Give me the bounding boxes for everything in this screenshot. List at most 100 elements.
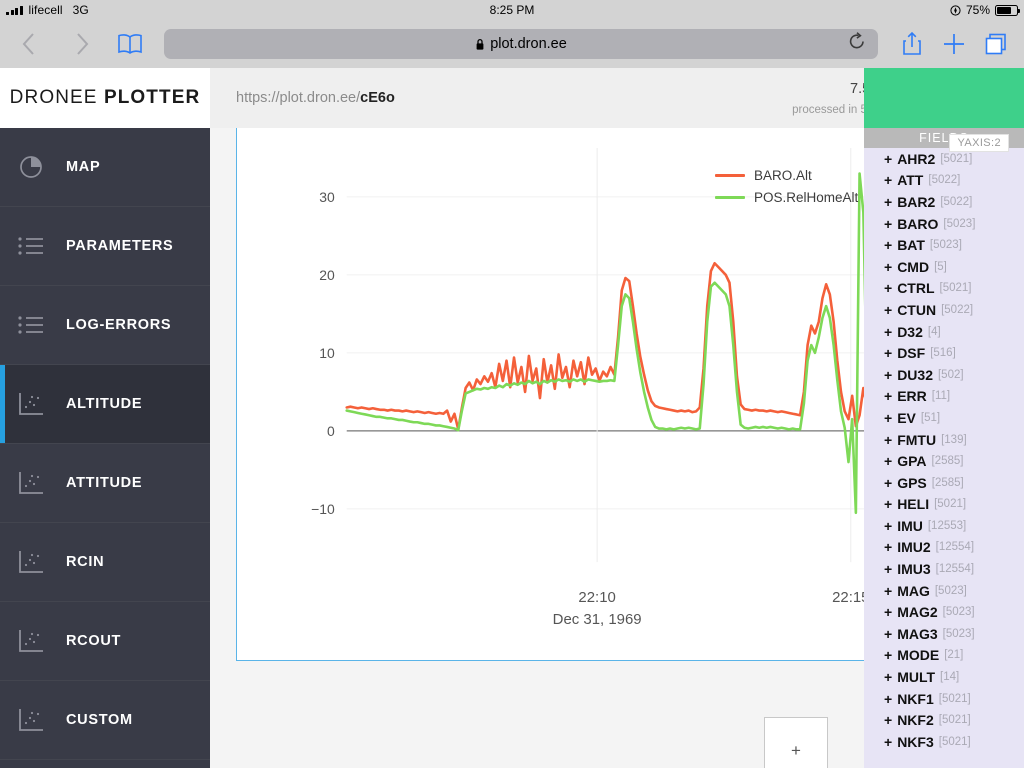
field-expand-icon[interactable]: + xyxy=(884,583,892,599)
plus-icon[interactable] xyxy=(940,30,968,58)
field-row-heli[interactable]: + HELI [5021] xyxy=(864,494,1024,516)
sidebar-item-label: CUSTOM xyxy=(66,712,133,728)
field-count-label: [51] xyxy=(920,411,941,424)
field-expand-icon[interactable]: + xyxy=(884,518,892,534)
field-row-d32[interactable]: + D32 [4] xyxy=(864,321,1024,343)
address-bar[interactable]: plot.dron.ee xyxy=(164,29,878,59)
sidebar-item-custom[interactable]: CUSTOM xyxy=(0,681,210,760)
field-expand-icon[interactable]: + xyxy=(884,453,892,469)
location-arrow-icon xyxy=(950,4,961,16)
field-count-label: [5023] xyxy=(943,217,976,230)
field-count-label: [502] xyxy=(937,368,964,381)
field-row-baro[interactable]: + BARO [5023] xyxy=(864,213,1024,235)
yaxis-badge[interactable]: YAXIS:2 xyxy=(949,134,1009,152)
field-count-label: [5022] xyxy=(941,303,974,316)
field-row-imu2[interactable]: + IMU2 [12554] xyxy=(864,537,1024,559)
fields-panel[interactable]: FIELDS + AHR2 [5021] + ATT [5022] + BAR2 [5022] +… xyxy=(864,128,1024,768)
field-row-imu3[interactable]: + IMU3 [12554] xyxy=(864,558,1024,580)
add-chart-button[interactable]: + xyxy=(764,717,828,768)
scatter-chart-icon xyxy=(14,626,48,656)
field-expand-icon[interactable]: + xyxy=(884,626,892,642)
field-row-imu[interactable]: + IMU [12553] xyxy=(864,515,1024,537)
field-row-ctrl[interactable]: + CTRL [5021] xyxy=(864,278,1024,300)
field-expand-icon[interactable]: + xyxy=(884,432,892,448)
field-expand-icon[interactable]: + xyxy=(884,691,892,707)
field-row-dsf[interactable]: + DSF [516] xyxy=(864,342,1024,364)
field-expand-icon[interactable]: + xyxy=(884,172,892,188)
field-row-nkf3[interactable]: + NKF3 [5021] xyxy=(864,731,1024,753)
ios-status-bar: lifecell 3G 8:25 PM 75% xyxy=(0,0,1024,20)
sidebar-item-parameters[interactable]: PARAMETERS xyxy=(0,207,210,286)
fields-list: + AHR2 [5021] + ATT [5022] + BAR2 [5022] + BARO [50… xyxy=(864,148,1024,753)
field-row-nkf1[interactable]: + NKF1 [5021] xyxy=(864,688,1024,710)
chart-legend: BARO.Alt POS.RelHomeAlt xyxy=(715,164,858,208)
main-content: https://plot.dron.ee/cE6o 7.56 MB proces… xyxy=(210,68,1024,768)
tabs-icon[interactable] xyxy=(982,30,1010,58)
field-expand-icon[interactable]: + xyxy=(884,194,892,210)
field-row-cmd[interactable]: + CMD [5] xyxy=(864,256,1024,278)
field-expand-icon[interactable]: + xyxy=(884,496,892,512)
field-row-att[interactable]: + ATT [5022] xyxy=(864,170,1024,192)
field-expand-icon[interactable]: + xyxy=(884,237,892,253)
field-row-bat[interactable]: + BAT [5023] xyxy=(864,234,1024,256)
field-row-mult[interactable]: + MULT [14] xyxy=(864,666,1024,688)
field-count-label: [14] xyxy=(940,671,960,684)
field-count-label: [5021] xyxy=(940,152,973,165)
sidebar-item-log-errors[interactable]: LOG-ERRORS xyxy=(0,286,210,365)
field-expand-icon[interactable]: + xyxy=(884,712,892,728)
field-name-label: IMU xyxy=(897,517,923,534)
field-expand-icon[interactable]: + xyxy=(884,280,892,296)
legend-item-pos[interactable]: POS.RelHomeAlt xyxy=(715,186,858,208)
field-count-label: [2585] xyxy=(931,476,964,489)
field-row-err[interactable]: + ERR [11] xyxy=(864,386,1024,408)
field-expand-icon[interactable]: + xyxy=(884,475,892,491)
field-row-gps[interactable]: + GPS [2585] xyxy=(864,472,1024,494)
field-name-label: ATT xyxy=(897,172,924,189)
field-expand-icon[interactable]: + xyxy=(884,669,892,685)
field-expand-icon[interactable]: + xyxy=(884,410,892,426)
field-row-ctun[interactable]: + CTUN [5022] xyxy=(864,299,1024,321)
field-row-mag[interactable]: + MAG [5023] xyxy=(864,580,1024,602)
field-expand-icon[interactable]: + xyxy=(884,324,892,340)
sidebar-item-map[interactable]: MAP xyxy=(0,128,210,207)
field-row-du32[interactable]: + DU32 [502] xyxy=(864,364,1024,386)
field-row-bar2[interactable]: + BAR2 [5022] xyxy=(864,191,1024,213)
field-row-mag2[interactable]: + MAG2 [5023] xyxy=(864,601,1024,623)
field-expand-icon[interactable]: + xyxy=(884,367,892,383)
field-expand-icon[interactable]: + xyxy=(884,259,892,275)
field-expand-icon[interactable]: + xyxy=(884,388,892,404)
sidebar-item-label: RCOUT xyxy=(66,633,122,649)
field-row-gpa[interactable]: + GPA [2585] xyxy=(864,450,1024,472)
field-row-mode[interactable]: + MODE [21] xyxy=(864,645,1024,667)
sidebar-item-rcin[interactable]: RCIN xyxy=(0,523,210,602)
sidebar-item-altitude[interactable]: ALTITUDE xyxy=(0,365,210,444)
field-expand-icon[interactable]: + xyxy=(884,151,892,167)
svg-text:30: 30 xyxy=(319,189,335,205)
field-row-nkf2[interactable]: + NKF2 [5021] xyxy=(864,709,1024,731)
field-row-ev[interactable]: + EV [51] xyxy=(864,407,1024,429)
reload-icon[interactable] xyxy=(848,32,866,57)
svg-text:22:10: 22:10 xyxy=(578,589,615,606)
sidebar-item-label: ATTITUDE xyxy=(66,475,143,491)
field-row-fmtu[interactable]: + FMTU [139] xyxy=(864,429,1024,451)
field-expand-icon[interactable]: + xyxy=(884,302,892,318)
field-expand-icon[interactable]: + xyxy=(884,561,892,577)
sidebar-item-attitude[interactable]: ATTITUDE xyxy=(0,444,210,523)
field-expand-icon[interactable]: + xyxy=(884,604,892,620)
book-icon[interactable] xyxy=(116,30,144,58)
nav-arrows xyxy=(14,30,96,58)
field-expand-icon[interactable]: + xyxy=(884,647,892,663)
field-expand-icon[interactable]: + xyxy=(884,539,892,555)
field-expand-icon[interactable]: + xyxy=(884,734,892,750)
sidebar-item-rcout[interactable]: RCOUT xyxy=(0,602,210,681)
chevron-right-icon[interactable] xyxy=(68,30,96,58)
field-row-mag3[interactable]: + MAG3 [5023] xyxy=(864,623,1024,645)
svg-text:20: 20 xyxy=(319,267,335,283)
share-url-container[interactable]: https://plot.dron.ee/cE6o xyxy=(210,68,792,128)
legend-item-baro[interactable]: BARO.Alt xyxy=(715,164,858,186)
share-icon[interactable] xyxy=(898,30,926,58)
field-expand-icon[interactable]: + xyxy=(884,345,892,361)
chevron-left-icon[interactable] xyxy=(14,30,42,58)
field-expand-icon[interactable]: + xyxy=(884,216,892,232)
field-name-label: IMU3 xyxy=(897,561,931,578)
